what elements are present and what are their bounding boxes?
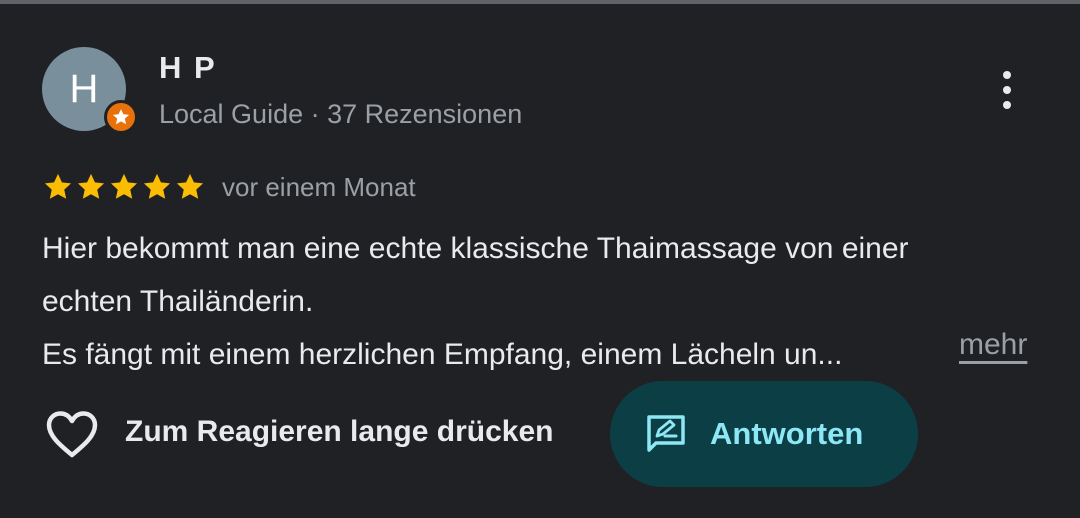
review-date: vor einem Monat — [222, 172, 416, 202]
react-label[interactable]: Zum Reagieren lange drücken — [125, 415, 553, 449]
star-icon — [143, 173, 171, 199]
heart-outline-icon[interactable] — [44, 409, 100, 459]
review-line: Es fängt mit einem herzlichen Empfang, e… — [42, 338, 843, 371]
local-guide-star-icon — [104, 100, 138, 134]
more-vert-icon[interactable] — [990, 66, 1024, 114]
star-icon — [110, 173, 138, 199]
avatar-initial: H — [69, 66, 99, 111]
reviewer-name[interactable]: H P — [159, 50, 217, 86]
more-link[interactable]: mehr — [959, 328, 1027, 362]
reply-button[interactable]: Antworten — [610, 381, 918, 487]
star-icon — [44, 173, 72, 199]
review-text[interactable]: Hier bekommt man eine echte klassische T… — [42, 222, 1042, 381]
star-icon — [77, 173, 105, 199]
top-divider — [0, 0, 1080, 4]
review-line: Hier bekommt man eine echte klassische T… — [42, 232, 909, 265]
star-rating — [42, 171, 206, 203]
reply-label: Antworten — [710, 416, 864, 451]
review-line: echten Thailänderin. — [42, 285, 314, 318]
star-icon — [176, 173, 204, 199]
rate-review-icon — [647, 415, 685, 452]
reviewer-meta: Local Guide · 37 Rezensionen — [159, 99, 523, 129]
